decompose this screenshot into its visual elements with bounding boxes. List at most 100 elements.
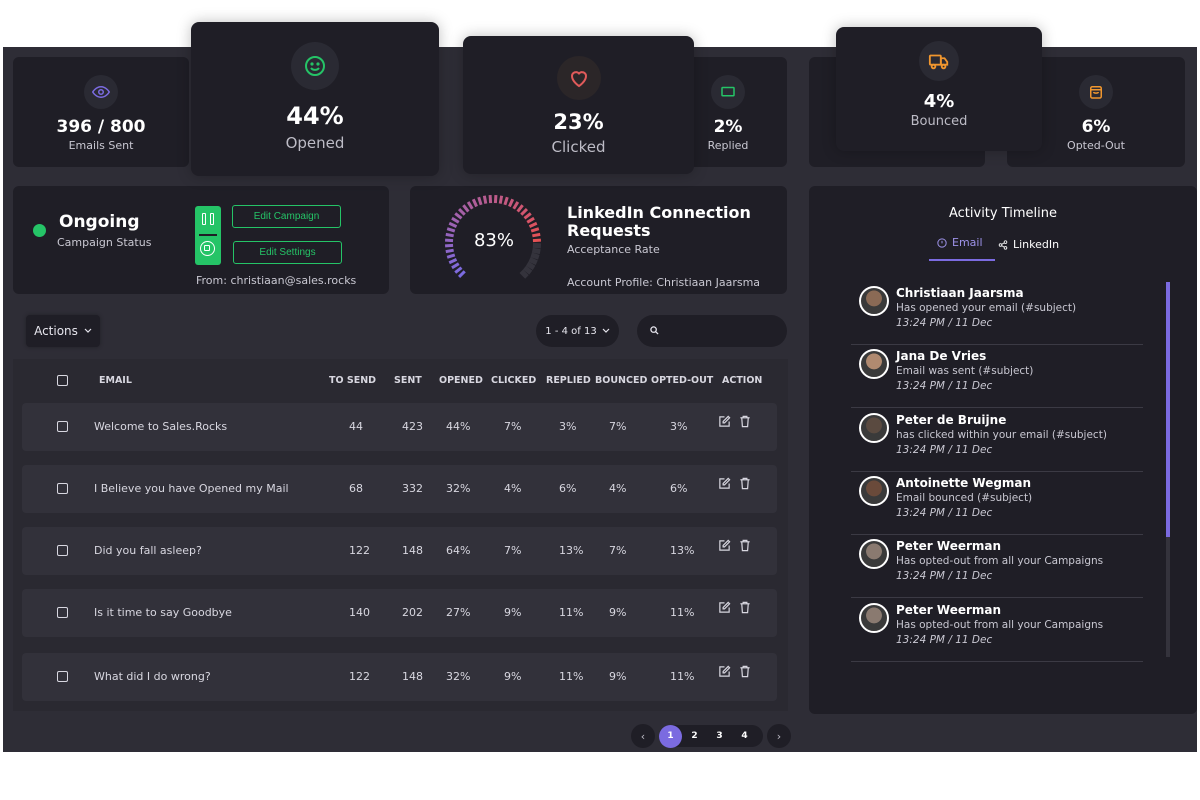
stop-icon[interactable] bbox=[200, 241, 215, 256]
cell-opted-out: 3% bbox=[670, 420, 688, 433]
col-to-send: TO SEND bbox=[329, 375, 377, 386]
trash-icon[interactable] bbox=[739, 477, 751, 490]
cell-email: What did I do wrong? bbox=[94, 670, 211, 683]
gauge-tick-filled bbox=[454, 266, 463, 274]
table-row[interactable]: Welcome to Sales.Rocks 44 423 44% 7% 3% 7% 3% bbox=[22, 403, 777, 451]
row-checkbox[interactable] bbox=[57, 483, 68, 494]
edit-icon[interactable] bbox=[718, 477, 731, 490]
stat-value: 23% bbox=[553, 110, 604, 134]
table-row[interactable]: What did I do wrong? 122 148 32% 9% 11% 9% 11% bbox=[22, 653, 777, 701]
tab-linkedin[interactable]: LinkedIn bbox=[998, 238, 1059, 251]
timeline-time: 13:24 PM / 11 Dec bbox=[896, 570, 993, 583]
timeline-item[interactable]: Christiaan Jaarsma Has opened your email… bbox=[851, 282, 1143, 345]
cell-replied: 11% bbox=[559, 670, 584, 683]
timeline-time: 13:24 PM / 11 Dec bbox=[896, 506, 993, 519]
stat-card-opened: 44% Opened bbox=[191, 22, 439, 176]
cell-bounced: 9% bbox=[609, 670, 627, 683]
page-4-button[interactable]: 4 bbox=[732, 725, 757, 747]
timeline-item[interactable]: Peter Weerman Has opted-out from all you… bbox=[851, 535, 1143, 599]
gauge-tick-filled bbox=[457, 207, 466, 216]
tab-email-label: Email bbox=[952, 236, 983, 249]
timeline-name: Peter Weerman bbox=[896, 602, 1002, 617]
page-range-select[interactable]: 1 - 4 of 13 bbox=[536, 315, 619, 347]
cell-email: Is it time to say Goodbye bbox=[94, 606, 232, 619]
trash-icon[interactable] bbox=[739, 539, 751, 552]
stat-label: Opened bbox=[285, 134, 345, 152]
gauge-tick-filled bbox=[466, 201, 474, 210]
trash-icon[interactable] bbox=[739, 601, 751, 614]
avatar bbox=[859, 475, 889, 506]
avatar bbox=[859, 539, 889, 570]
gauge-tick-empty bbox=[528, 257, 538, 265]
gauge-tick-empty bbox=[530, 252, 540, 260]
cell-sent: 148 bbox=[402, 544, 423, 557]
edit-settings-button[interactable]: Edit Settings bbox=[233, 241, 342, 264]
stat-card-clicked: 23% Clicked bbox=[463, 36, 694, 174]
table-row[interactable]: I Believe you have Opened my Mail 68 332 32… bbox=[22, 465, 777, 513]
gauge-tick-filled bbox=[471, 198, 478, 208]
search-input[interactable] bbox=[663, 315, 781, 347]
timeline-desc: Has opened your email (#subject) bbox=[896, 302, 1077, 314]
stat-card-emails-sent: 396 / 800 Emails Sent bbox=[13, 57, 189, 167]
edit-icon[interactable] bbox=[718, 539, 731, 552]
timeline-name: Antoinette Wegman bbox=[896, 475, 1032, 490]
cell-bounced: 9% bbox=[609, 606, 627, 619]
cell-email: I Believe you have Opened my Mail bbox=[94, 482, 289, 495]
timeline-item[interactable]: Peter de Bruijne has clicked within your… bbox=[851, 409, 1143, 472]
trash-icon[interactable] bbox=[739, 415, 751, 428]
edit-icon[interactable] bbox=[718, 601, 731, 614]
next-page-button[interactable]: › bbox=[767, 724, 791, 748]
stat-label: Bounced bbox=[910, 114, 968, 129]
chevron-down-icon bbox=[84, 328, 92, 333]
cell-clicked: 9% bbox=[504, 606, 522, 619]
actions-dropdown[interactable]: Actions bbox=[26, 315, 100, 347]
row-checkbox[interactable] bbox=[57, 545, 68, 556]
scrollbar-thumb[interactable] bbox=[1166, 282, 1170, 537]
row-checkbox[interactable] bbox=[57, 421, 68, 432]
edit-campaign-button[interactable]: Edit Campaign bbox=[232, 205, 341, 228]
col-sent: SENT bbox=[394, 375, 422, 386]
acceptance-rate-value: 83% bbox=[473, 230, 514, 251]
prev-page-button[interactable]: ‹ bbox=[631, 724, 655, 748]
timeline-item[interactable]: Antoinette Wegman Email bounced (#subjec… bbox=[851, 472, 1143, 535]
campaign-status: Ongoing bbox=[59, 212, 140, 232]
trash-icon[interactable] bbox=[739, 665, 751, 678]
status-indicator bbox=[33, 224, 46, 237]
gauge-tick-filled bbox=[445, 248, 454, 254]
gauge-tick-filled bbox=[503, 196, 509, 206]
col-clicked: CLICKED bbox=[491, 375, 537, 386]
cell-opted-out: 13% bbox=[670, 544, 695, 557]
page-1-button[interactable]: 1 bbox=[659, 724, 682, 748]
table-row[interactable]: Is it time to say Goodbye 140 202 27% 9% 11% 9… bbox=[22, 589, 777, 637]
tab-email[interactable]: Email bbox=[937, 236, 983, 249]
gauge-tick-filled bbox=[523, 212, 532, 220]
cell-replied: 13% bbox=[559, 544, 584, 557]
cell-replied: 6% bbox=[559, 482, 577, 495]
cell-clicked: 7% bbox=[504, 420, 522, 433]
edit-icon[interactable] bbox=[718, 665, 731, 678]
gauge-tick-filled bbox=[520, 207, 529, 216]
col-action: ACTION bbox=[722, 375, 763, 386]
select-all-checkbox[interactable] bbox=[57, 375, 68, 386]
edit-icon[interactable] bbox=[718, 415, 731, 428]
col-opened: OPENED bbox=[439, 375, 483, 386]
stat-value: 44% bbox=[286, 102, 344, 130]
page-3-button[interactable]: 3 bbox=[707, 725, 732, 747]
page-2-button[interactable]: 2 bbox=[682, 725, 707, 747]
row-checkbox[interactable] bbox=[57, 607, 68, 618]
cell-to-send: 122 bbox=[349, 544, 370, 557]
cell-opened: 32% bbox=[446, 482, 471, 495]
timeline-item[interactable]: Peter Weerman Has opted-out from all you… bbox=[851, 599, 1143, 662]
row-checkbox[interactable] bbox=[57, 671, 68, 682]
table-row[interactable]: Did you fall asleep? 122 148 64% 7% 13% 7% 13% bbox=[22, 527, 777, 575]
pause-icon[interactable] bbox=[202, 213, 214, 227]
timeline-item[interactable]: Jana De Vries Email was sent (#subject) … bbox=[851, 345, 1143, 409]
cell-to-send: 68 bbox=[349, 482, 363, 495]
linkedin-title: LinkedIn Connection Requests bbox=[567, 203, 751, 240]
share-icon bbox=[998, 239, 1008, 250]
stat-label: Emails Sent bbox=[68, 139, 134, 152]
linkedin-card: 83% LinkedIn Connection Requests Accepta… bbox=[410, 186, 787, 294]
cell-opened: 27% bbox=[446, 606, 471, 619]
cell-opened: 44% bbox=[446, 420, 471, 433]
timeline-scrollbar[interactable] bbox=[1166, 282, 1170, 657]
